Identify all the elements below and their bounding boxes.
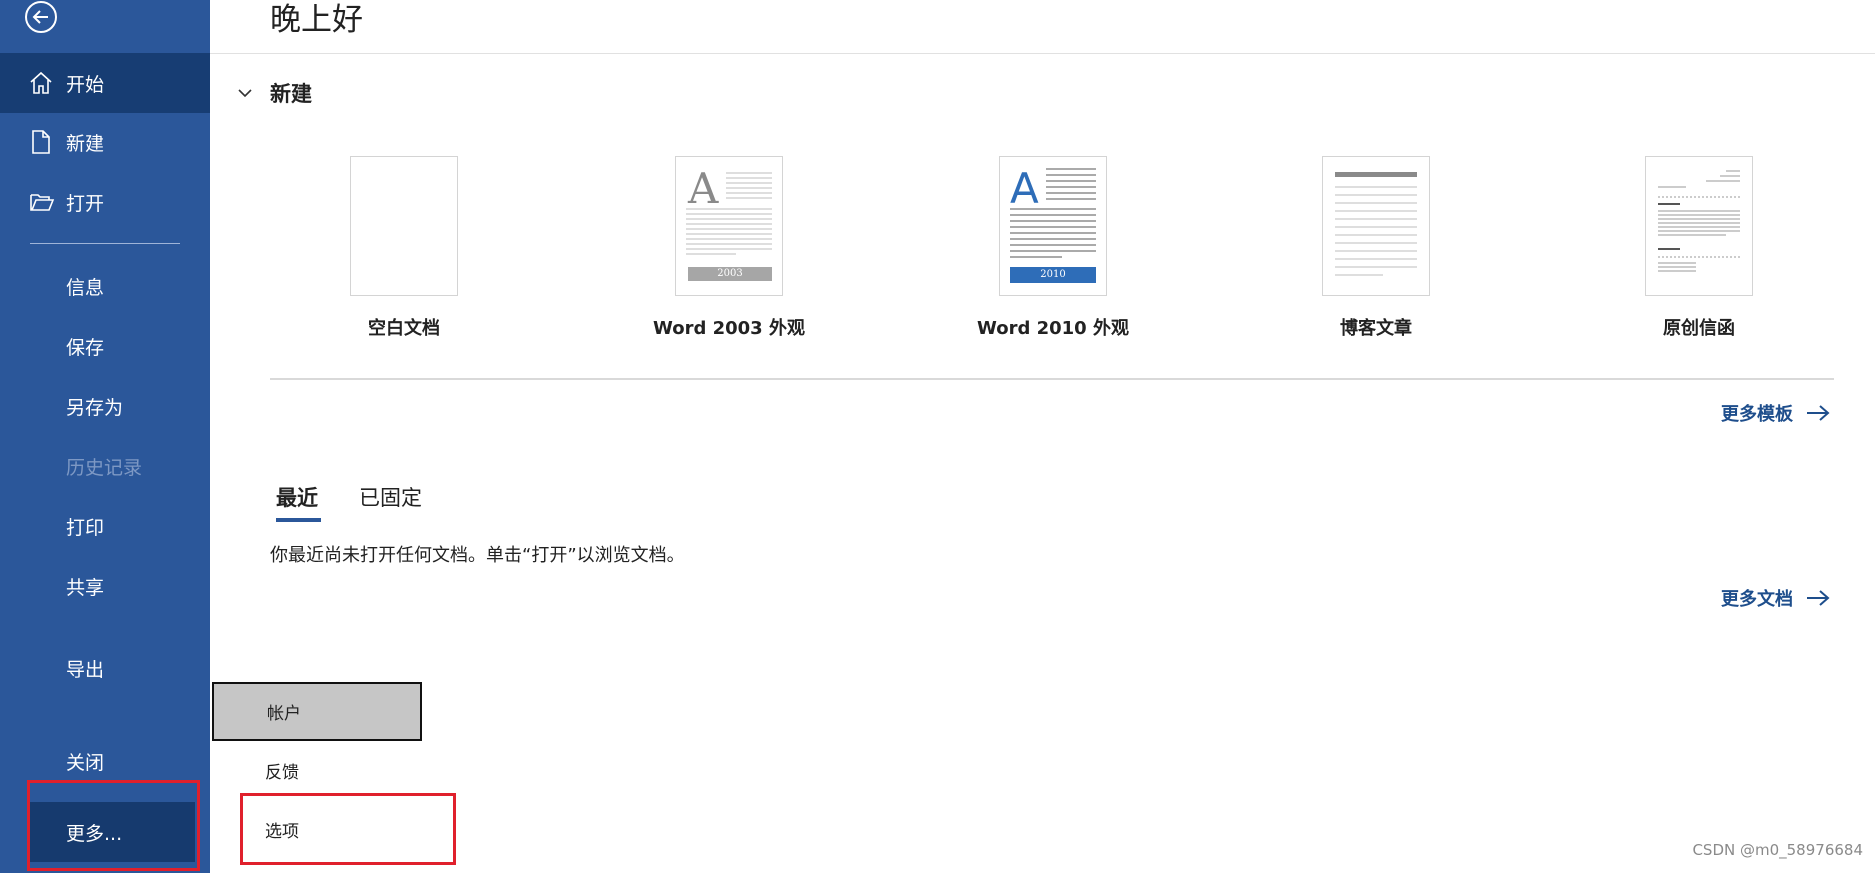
sidebar-item-label: 共享	[66, 576, 105, 599]
sidebar-item-label[interactable]: 打印	[66, 513, 104, 540]
template-word-2010[interactable]: A 2010 Word 2010 外观	[953, 156, 1153, 340]
more-documents-label: 更多文档	[1721, 589, 1793, 610]
sidebar-item-label: 信息	[66, 276, 105, 299]
tab-recent[interactable]: 最近	[276, 482, 318, 512]
new-section-header[interactable]: 新建	[236, 78, 312, 108]
template-blog-post[interactable]: 博客文章	[1276, 156, 1476, 340]
template-name: Word 2010 外观	[977, 318, 1129, 339]
template-badge: 2010	[1040, 269, 1066, 280]
sidebar-item-save[interactable]: 保存	[0, 316, 210, 376]
sidebar-item-more[interactable]: 更多...	[30, 802, 195, 862]
sidebar-item-label: 打开	[66, 192, 105, 215]
arrow-right-icon	[1807, 590, 1830, 606]
sidebar-item-home[interactable]: 开始	[0, 53, 210, 113]
template-blank[interactable]: 空白文档	[304, 156, 504, 340]
tab-active-indicator	[276, 518, 321, 522]
more-templates-label: 更多模板	[1721, 404, 1793, 425]
folder-open-icon	[29, 189, 55, 215]
template-thumbnail	[1322, 156, 1430, 296]
backstage-sidebar: 开始 新建 打开 信息 保存 另存为 历史记录 打印 共享 导出 关闭 更多..…	[0, 0, 210, 873]
new-section-title: 新建	[270, 82, 312, 106]
template-name: 空白文档	[368, 318, 440, 339]
new-document-icon	[29, 129, 53, 155]
template-original-letter[interactable]: 原创信函	[1599, 156, 1799, 340]
template-thumbnail: A 2003	[675, 156, 783, 296]
sidebar-item-label: 另存为	[66, 396, 124, 419]
section-divider	[270, 378, 1834, 380]
sidebar-item-label: 保存	[66, 336, 105, 359]
watermark: CSDN @m0_58976684	[1692, 841, 1863, 859]
more-templates-link[interactable]: 更多模板	[1721, 400, 1831, 426]
sidebar-item-label: 导出	[66, 658, 105, 681]
greeting-title: 晚上好	[270, 2, 363, 38]
template-thumbnail: A 2010	[999, 156, 1107, 296]
menu-item-feedback[interactable]: 反馈	[210, 741, 420, 799]
more-documents-link[interactable]: 更多文档	[1721, 585, 1831, 611]
sidebar-item-label: 关闭	[66, 751, 105, 774]
sidebar-item-export[interactable]: 导出	[0, 638, 210, 698]
template-thumbnail	[1645, 156, 1753, 296]
chevron-down-icon	[236, 84, 254, 102]
sidebar-item-info[interactable]: 信息	[0, 256, 210, 316]
sidebar-item-label: 历史记录	[66, 456, 143, 479]
sidebar-item-print[interactable]: 打印	[0, 496, 210, 556]
sidebar-item-new[interactable]: 新建	[0, 112, 210, 172]
tab-pinned[interactable]: 已固定	[359, 482, 422, 512]
sidebar-item-label: 更多...	[66, 822, 123, 845]
sidebar-item-share[interactable]: 共享	[0, 556, 210, 616]
template-word-2003[interactable]: A 2003 Word 2003 外观	[629, 156, 829, 340]
menu-item-label: 选项	[265, 821, 299, 842]
sidebar-item-label: 开始	[66, 73, 105, 96]
sidebar-item-open[interactable]: 打开	[0, 172, 210, 232]
sidebar-item-close[interactable]: 关闭	[0, 731, 210, 791]
menu-item-label: 反馈	[265, 762, 299, 783]
template-name: 原创信函	[1663, 318, 1735, 339]
template-name: Word 2003 外观	[653, 318, 805, 339]
template-thumbnail	[350, 156, 458, 296]
menu-item-label: 帐户	[267, 704, 301, 724]
svg-text:A: A	[687, 164, 719, 213]
template-badge: 2003	[717, 268, 743, 279]
sidebar-divider	[30, 243, 180, 244]
sidebar-item-label: 新建	[66, 132, 105, 155]
arrow-right-icon	[1807, 405, 1830, 421]
sidebar-item-history: 历史记录	[0, 436, 210, 496]
header-divider	[210, 53, 1875, 54]
sidebar-item-save-as[interactable]: 另存为	[0, 376, 210, 436]
menu-item-options[interactable]: 选项	[210, 800, 420, 858]
menu-item-account[interactable]: 帐户	[212, 682, 422, 741]
back-arrow-icon[interactable]	[24, 0, 58, 34]
template-name: 博客文章	[1340, 318, 1412, 339]
svg-text:A: A	[1010, 164, 1039, 213]
home-icon	[29, 70, 53, 96]
recent-empty-message: 你最近尚未打开任何文档。单击“打开”以浏览文档。	[270, 545, 685, 566]
